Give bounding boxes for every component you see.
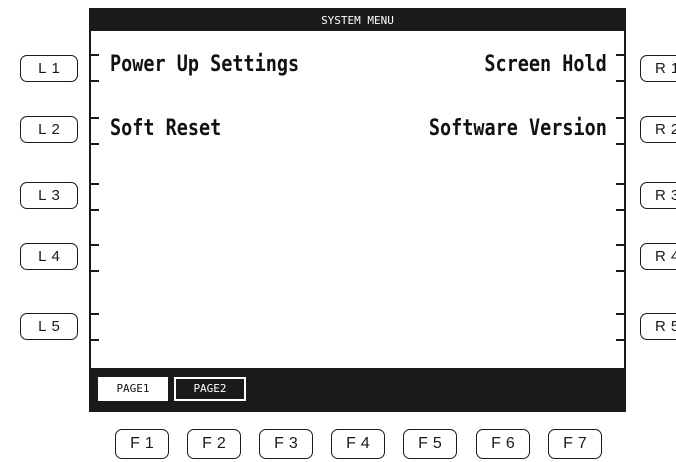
right-slot-bracket-4 xyxy=(616,244,626,272)
right-slot-bracket-2 xyxy=(616,117,626,145)
button-r4-label: R4 xyxy=(655,248,676,265)
button-l1[interactable]: L1 xyxy=(20,55,78,82)
button-l5[interactable]: L5 xyxy=(20,313,78,340)
tab-page1[interactable]: PAGE1 xyxy=(98,377,168,401)
button-l3[interactable]: L3 xyxy=(20,182,78,209)
button-f7[interactable]: F7 xyxy=(548,429,602,459)
left-slot-bracket-1 xyxy=(89,54,99,82)
button-f2[interactable]: F2 xyxy=(187,429,241,459)
button-r5-label: R5 xyxy=(655,318,676,335)
button-f4-label: F4 xyxy=(346,435,375,452)
lcd-screen: SYSTEM MENU Power Up Settings Soft Reset… xyxy=(89,8,626,412)
left-slot-bracket-2 xyxy=(89,117,99,145)
button-f3[interactable]: F3 xyxy=(259,429,313,459)
page-tab-bar: PAGE1 PAGE2 xyxy=(91,368,624,410)
right-slot-bracket-3 xyxy=(616,183,626,211)
button-l5-label: L5 xyxy=(38,318,65,335)
button-r3[interactable]: R3 xyxy=(640,182,676,209)
button-r4[interactable]: R4 xyxy=(640,243,676,270)
menu-item-soft-reset[interactable]: Soft Reset xyxy=(110,116,221,141)
left-slot-bracket-4 xyxy=(89,244,99,272)
button-r2[interactable]: R2 xyxy=(640,116,676,143)
button-r1[interactable]: R1 xyxy=(640,55,676,82)
button-l2-label: L2 xyxy=(38,121,65,138)
button-f6[interactable]: F6 xyxy=(476,429,530,459)
button-f3-label: F3 xyxy=(274,435,303,452)
button-r3-label: R3 xyxy=(655,187,676,204)
button-f2-label: F2 xyxy=(202,435,231,452)
button-r1-label: R1 xyxy=(655,60,676,77)
button-f1[interactable]: F1 xyxy=(115,429,169,459)
menu-item-power-up-settings[interactable]: Power Up Settings xyxy=(110,52,299,77)
button-l4-label: L4 xyxy=(38,248,65,265)
right-slot-bracket-5 xyxy=(616,313,626,341)
left-slot-bracket-3 xyxy=(89,183,99,211)
tab-page2[interactable]: PAGE2 xyxy=(174,377,246,401)
button-f5-label: F5 xyxy=(418,435,447,452)
button-l1-label: L1 xyxy=(38,60,65,77)
button-l2[interactable]: L2 xyxy=(20,116,78,143)
button-r2-label: R2 xyxy=(655,121,676,138)
button-f7-label: F7 xyxy=(563,435,592,452)
left-slot-bracket-5 xyxy=(89,313,99,341)
menu-item-screen-hold[interactable]: Screen Hold xyxy=(485,52,607,77)
button-f4[interactable]: F4 xyxy=(331,429,385,459)
button-l3-label: L3 xyxy=(38,187,65,204)
screen-title: SYSTEM MENU xyxy=(91,8,624,31)
button-f6-label: F6 xyxy=(491,435,520,452)
right-slot-bracket-1 xyxy=(616,54,626,82)
button-r5[interactable]: R5 xyxy=(640,313,676,340)
button-f1-label: F1 xyxy=(130,435,159,452)
menu-item-software-version[interactable]: Software Version xyxy=(429,116,607,141)
button-f5[interactable]: F5 xyxy=(403,429,457,459)
button-l4[interactable]: L4 xyxy=(20,243,78,270)
